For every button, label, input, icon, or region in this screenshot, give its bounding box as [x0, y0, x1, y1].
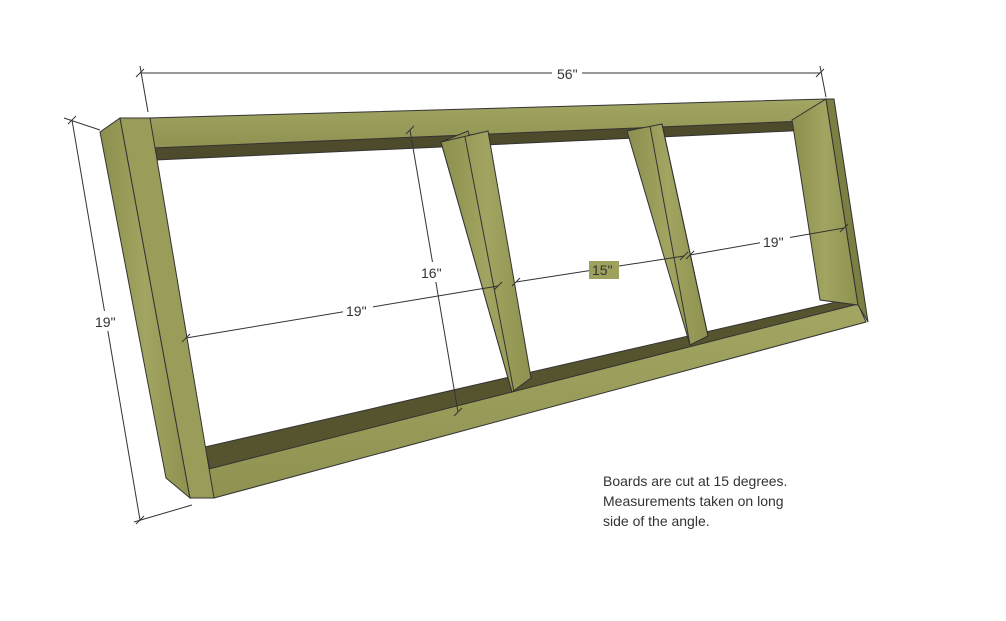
overall-width-label: 56" — [557, 66, 578, 82]
right-opening-label: 19" — [763, 234, 784, 250]
cut-angle-note: Boards are cut at 15 degrees. Measuremen… — [603, 471, 863, 531]
right-divider-front — [626, 123, 709, 346]
bottom-board — [204, 303, 867, 499]
middle-opening-label: 15" — [592, 262, 613, 278]
left-opening-label: 19" — [346, 303, 367, 319]
bottom-inner-shelf — [204, 299, 860, 471]
note-line-1: Boards are cut at 15 degrees. — [603, 473, 788, 489]
left-divider-front — [440, 130, 532, 393]
overall-height-label: 19" — [95, 314, 116, 330]
note-line-2: Measurements taken on long — [603, 493, 784, 509]
inner-height-label: 16" — [421, 265, 442, 281]
note-line-3: side of the angle. — [603, 513, 710, 529]
